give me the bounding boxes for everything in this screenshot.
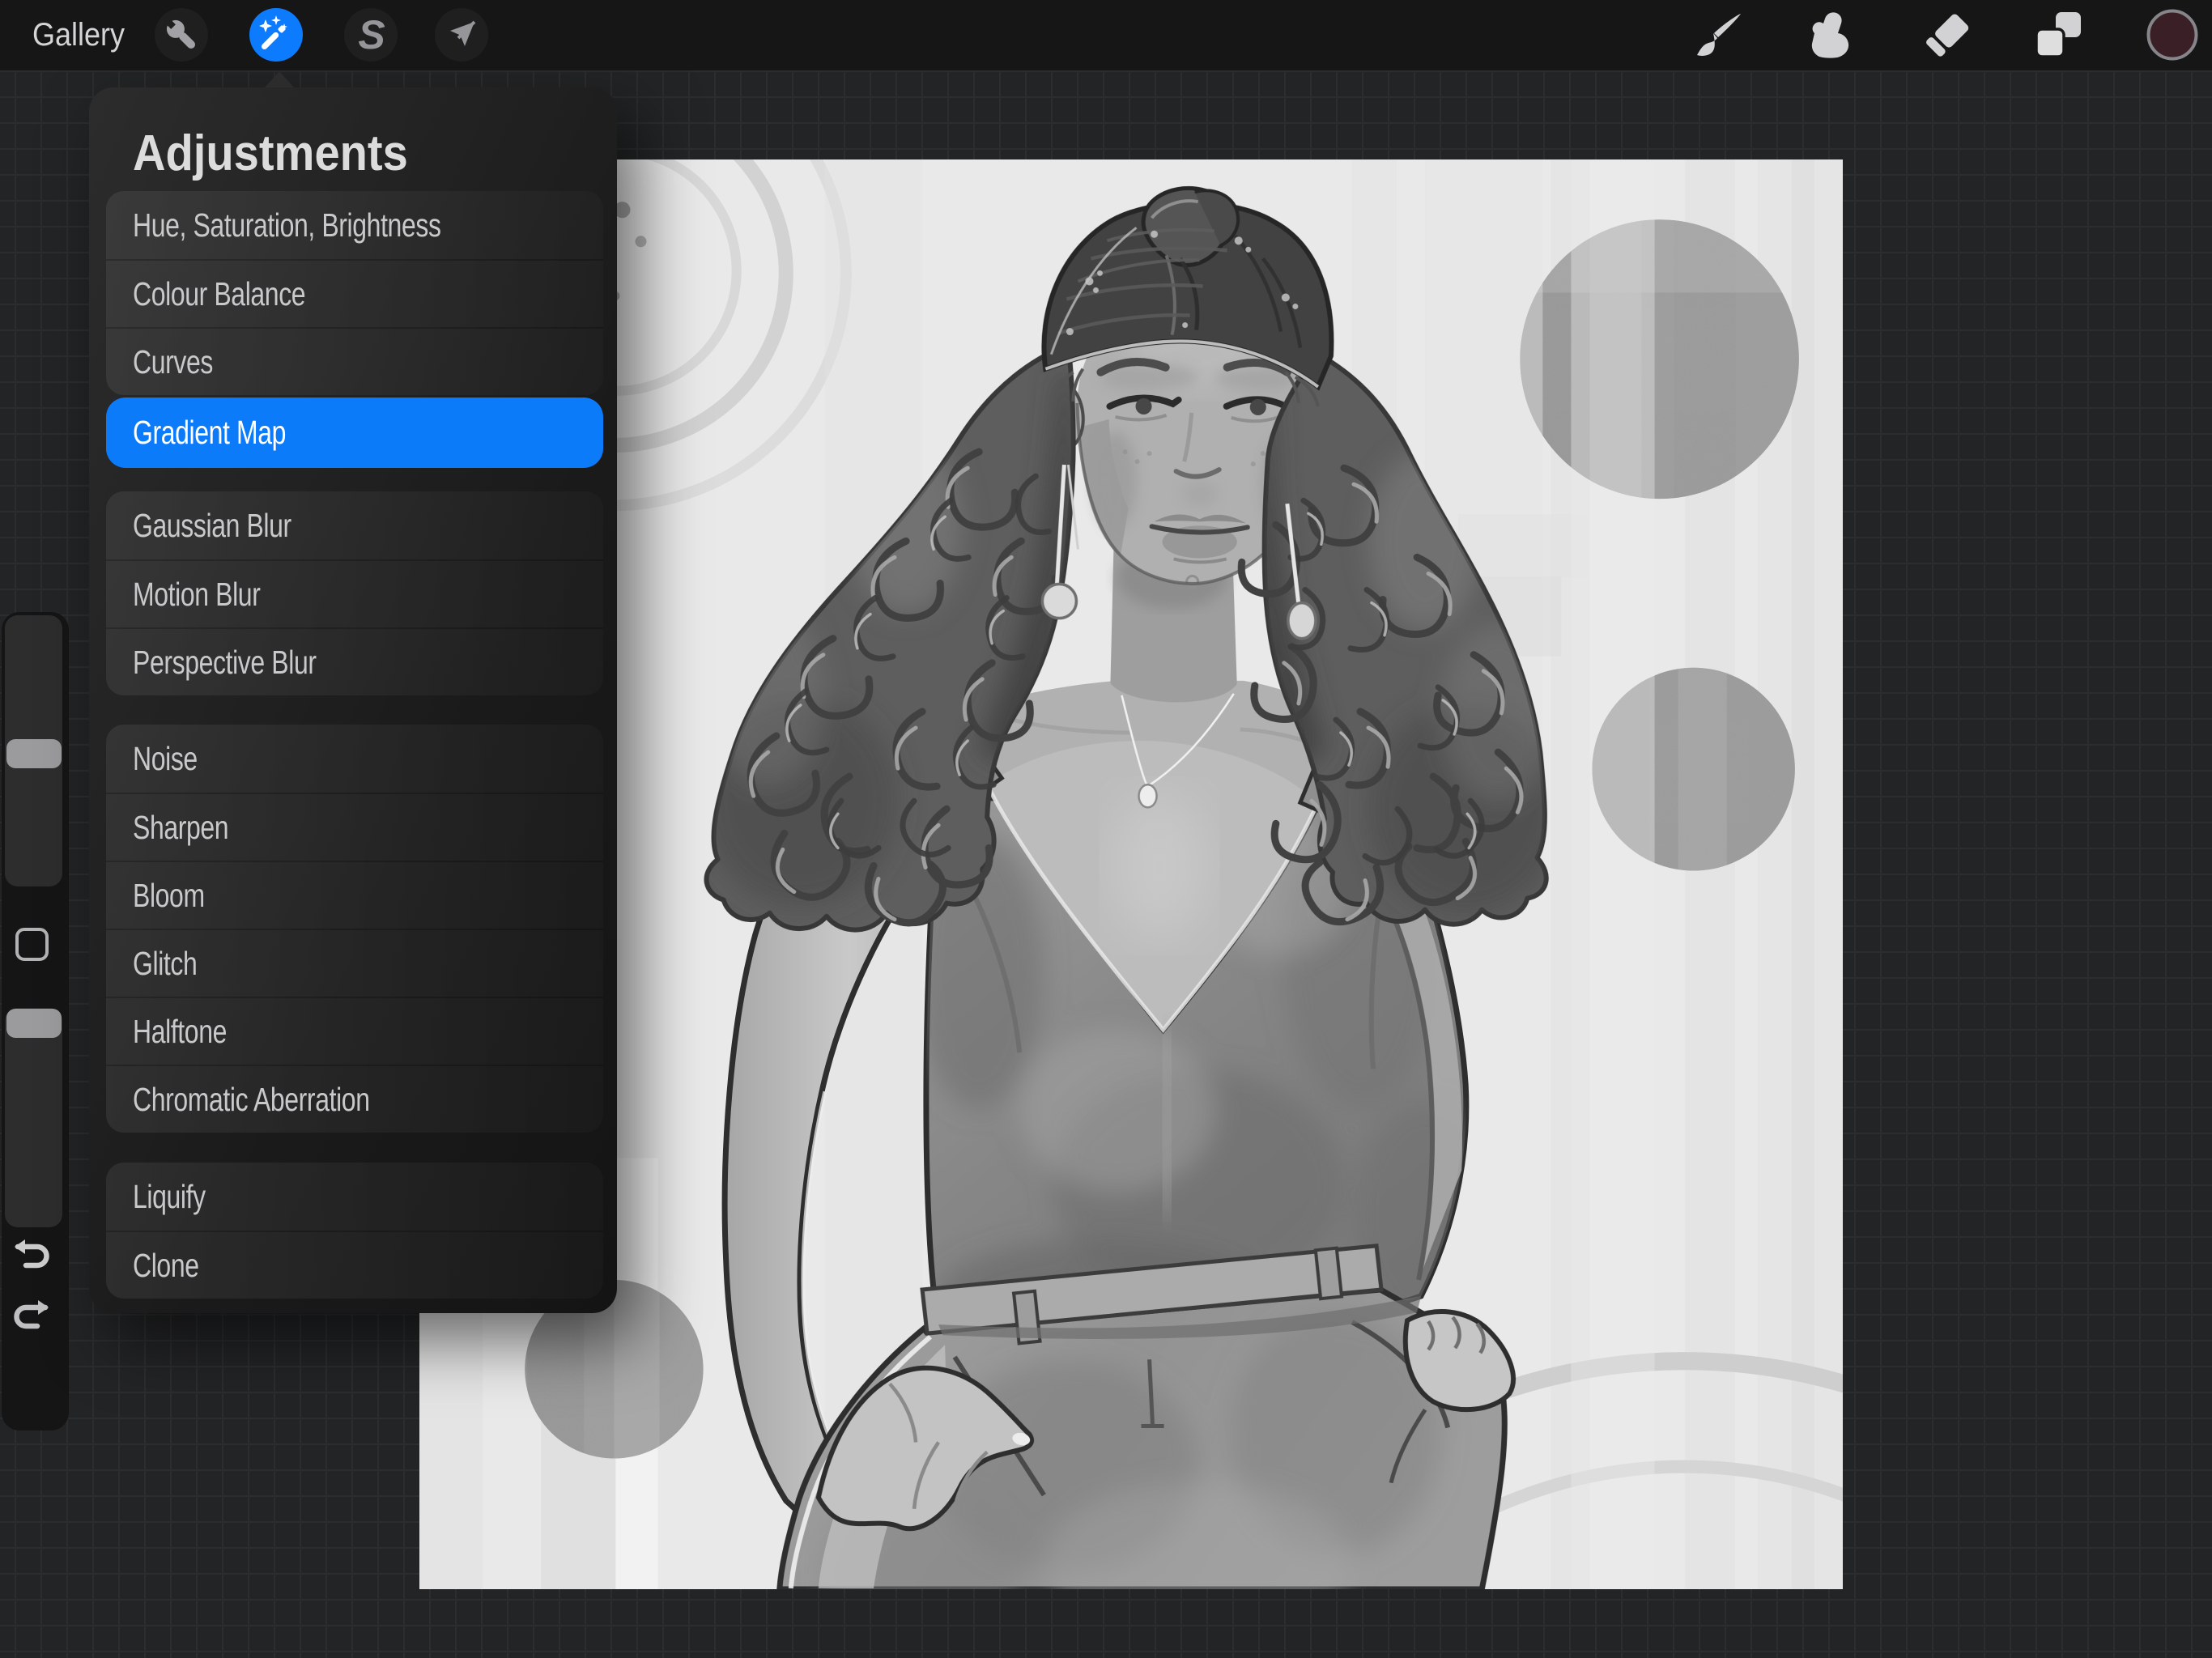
- svg-text:S: S: [358, 12, 385, 57]
